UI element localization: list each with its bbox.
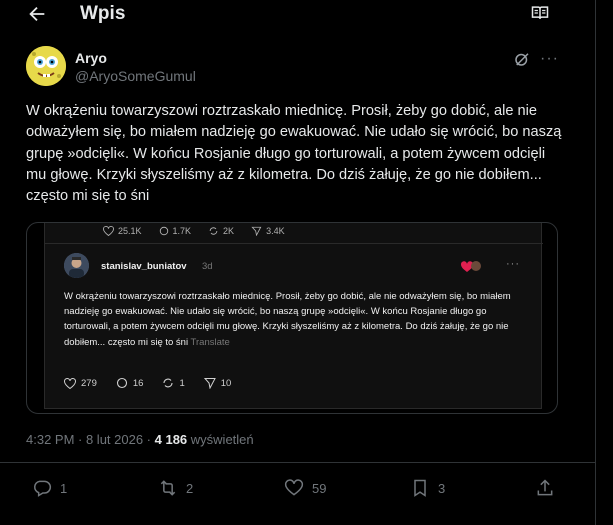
post-text: W okrążeniu towarzyszowi roztrzaskało mi…	[26, 103, 562, 205]
share-button[interactable]	[535, 478, 555, 498]
avatar-image	[26, 46, 66, 86]
divider	[0, 462, 596, 463]
screenshot-likes: 279	[81, 377, 97, 389]
screenshot-avatar	[64, 253, 89, 278]
avatar[interactable]	[26, 46, 66, 86]
bookmark-icon	[414, 479, 426, 497]
reply-count: 1	[60, 480, 68, 496]
like-count: 59	[312, 480, 327, 496]
top-shares: 3.4K	[266, 226, 285, 236]
repost-button[interactable]: 2	[158, 478, 193, 498]
liked-heart-icon	[461, 261, 481, 272]
post-timestamp[interactable]: 4:32 PM · 8 lut 2026 ·	[26, 432, 155, 447]
screenshot-divider	[45, 243, 543, 244]
bookmark-button[interactable]: 3	[410, 478, 445, 498]
top-likes: 25.1K	[118, 226, 142, 236]
views-count: 4 186	[154, 432, 188, 447]
views-label: wyświetleń	[187, 432, 254, 447]
post-column: Wpis Aryo @AryoSomeGumul ··· W okrążeniu…	[0, 0, 596, 525]
screenshot-shares: 10	[220, 377, 232, 389]
page-header: Wpis	[0, 0, 596, 34]
reply-icon	[34, 480, 52, 497]
screenshot-more-icon: ···	[506, 258, 520, 270]
repost-icon	[160, 480, 176, 496]
embedded-screenshot[interactable]: 25.1K 1.7K 2K 3.4K stanislav_buniatov 3d…	[26, 222, 558, 414]
grok-icon[interactable]	[513, 50, 531, 68]
like-button[interactable]: 59	[284, 478, 326, 498]
heart-icon	[103, 226, 114, 236]
translate-label: Translate	[190, 336, 230, 348]
repost-icon	[209, 227, 218, 235]
repost-icon	[163, 378, 173, 388]
author-handle[interactable]: @AryoSomeGumul	[75, 68, 196, 84]
action-bar: 1 2 59 3	[0, 470, 596, 510]
screenshot-reposts: 1	[179, 377, 185, 389]
send-icon	[203, 378, 216, 389]
right-edge	[597, 0, 613, 525]
more-options-icon[interactable]: ···	[540, 50, 559, 68]
screenshot-top-stats: 25.1K 1.7K 2K 3.4K	[103, 226, 285, 236]
screenshot-post-text: W okrążeniu towarzyszowi roztrzaskało mi…	[64, 291, 511, 348]
bookmark-count: 3	[438, 480, 446, 496]
screenshot-replies: 16	[132, 377, 144, 389]
top-reposts: 2K	[223, 226, 235, 236]
post-meta: 4:32 PM · 8 lut 2026 · 4 186 wyświetleń	[26, 432, 254, 447]
screenshot-avatar-image	[64, 253, 89, 278]
screenshot-text: W okrążeniu towarzyszowi roztrzaskało mi…	[64, 289, 514, 350]
screenshot-actions: 279 16 1 10	[64, 377, 231, 389]
top-replies: 1.7K	[172, 226, 192, 236]
comment-icon	[159, 226, 168, 236]
author-name[interactable]: Aryo	[75, 50, 107, 66]
arrow-left-icon[interactable]	[26, 3, 48, 25]
book-open-icon[interactable]	[530, 3, 550, 23]
share-icon	[537, 479, 553, 496]
page-title: Wpis	[80, 3, 126, 24]
screenshot-username: stanislav_buniatov	[101, 261, 187, 272]
heart-icon	[284, 479, 304, 496]
send-icon	[251, 226, 262, 236]
reply-button[interactable]: 1	[32, 478, 67, 498]
heart-icon	[64, 377, 76, 389]
screenshot-content: 25.1K 1.7K 2K 3.4K stanislav_buniatov 3d…	[44, 223, 543, 409]
repost-count: 2	[186, 480, 194, 496]
screenshot-time-ago: 3d	[202, 261, 213, 272]
comment-icon	[116, 377, 127, 389]
